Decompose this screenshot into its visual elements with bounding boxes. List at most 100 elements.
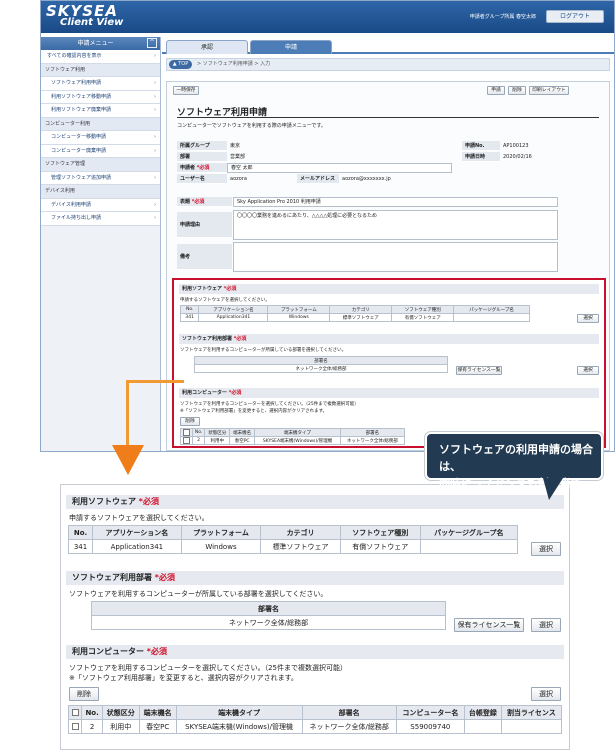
pc-col-4: 端末機タイプ <box>254 428 341 437</box>
sidebar-item-label: 管理ソフトウェア追加申請 <box>51 174 112 181</box>
row-checkbox[interactable] <box>182 437 190 444</box>
breadcrumb: ▲ TOP > ソフトウェア利用申請 > 入力 <box>166 58 610 71</box>
app-header: SKYSEA Client View 申請者グループ所属 春空太郎 ログアウト <box>41 1 614 33</box>
zsw-cell-1: Application341 <box>92 539 182 554</box>
connector-line <box>126 380 184 383</box>
zpc-col-1: No. <box>81 705 103 720</box>
memo-field[interactable] <box>233 242 558 272</box>
select-all-checkbox[interactable] <box>71 709 79 716</box>
zoomed-detail: 利用ソフトウェア *必須 申請するソフトウェアを選択してください。 No. アプリ… <box>60 484 570 750</box>
sidebar-items: すべての確認内容を表示 › ソフトウェア利用 ソフトウェア利用申請 › 利用ソフトウェア移… <box>41 50 160 226</box>
arrow-down-icon <box>112 445 144 475</box>
pc-col-2: 状態区分 <box>204 428 231 437</box>
tab-apply[interactable]: 申請 <box>250 40 332 54</box>
sidebar-item-label: 利用ソフトウェア移動申請 <box>51 93 112 100</box>
sidebar-item-6[interactable]: コンピューター移動申請 › <box>41 131 160 145</box>
reason-label: 申請理由 <box>177 212 232 238</box>
z-software-note: 申請するソフトウェアを選択してください。 <box>69 514 209 522</box>
zsw-cell-3: 標準ソフトウェア <box>260 539 341 554</box>
delete-button[interactable]: 削除 <box>508 86 526 95</box>
sidebar-item-label: ソフトウェア管理 <box>45 161 86 167</box>
mail-value: aozora@xxxxxxx.jp <box>342 176 391 182</box>
z-dept-select-button[interactable]: 選択 <box>531 618 561 632</box>
software-select-button[interactable]: 選択 <box>577 314 599 323</box>
title-rule <box>177 117 599 118</box>
dept-value: 営業部 <box>230 154 246 160</box>
license-list-button[interactable]: 保有ライセンス一覧 <box>456 366 502 375</box>
zpc-cell-7 <box>463 719 502 734</box>
logo: SKYSEA Client View <box>46 2 124 28</box>
subject-field[interactable]: Sky Application Pro 2010 利用申請 <box>233 197 558 207</box>
computer-delete-button[interactable]: 削除 <box>180 417 200 426</box>
temp-save-button[interactable]: 一時保存 <box>173 86 199 95</box>
sidebar-item-11[interactable]: デバイス利用申請 › <box>41 198 160 212</box>
callout-tail <box>543 478 563 500</box>
zpc-col-5: 部署名 <box>301 705 397 720</box>
tab-bar: 承認 申請 <box>162 37 614 54</box>
user-value: aozora <box>230 176 247 182</box>
zsw-col-1: アプリケーション名 <box>92 525 182 540</box>
pc-col-0 <box>180 428 193 437</box>
sidebar-item-1: ソフトウェア利用 <box>41 63 160 77</box>
no-label: 申請No. <box>462 141 500 151</box>
zpc-col-4: 端末機タイプ <box>175 705 303 720</box>
sw-cell-5 <box>453 313 530 322</box>
tab-approve[interactable]: 承認 <box>166 40 248 54</box>
reason-field[interactable]: 〇〇〇〇業務を進めるにあたり、△△△△処理に必要となるため <box>233 210 558 240</box>
sw-col-0: No. <box>179 305 200 314</box>
sidebar-item-12[interactable]: ファイル持ち出し申請 › <box>41 212 160 226</box>
sidebar-item-label: デバイス利用 <box>45 188 75 194</box>
select-all-checkbox[interactable] <box>182 429 190 436</box>
z-computer-delete-button[interactable]: 削除 <box>69 687 99 701</box>
z-license-list-button[interactable]: 保有ライセンス一覧 <box>454 618 524 632</box>
sidebar: 申請メニュー ^ すべての確認内容を表示 › ソフトウェア利用 ソフトウェア利用申請 › 利… <box>41 37 161 451</box>
applicant-field[interactable]: 春空 太郎 <box>227 163 452 173</box>
chevron-right-icon: › <box>154 215 156 221</box>
apply-button[interactable]: 申請 <box>487 86 505 95</box>
pc-cell-2: 利用中 <box>204 436 231 445</box>
print-layout-button[interactable]: 印刷レイアウト <box>529 86 569 95</box>
logout-button[interactable]: ログアウト <box>546 10 604 23</box>
sidebar-item-0[interactable]: すべての確認内容を表示 › <box>41 50 160 64</box>
sidebar-item-label: すべての確認内容を表示 <box>47 53 102 59</box>
main-area: 承認 申請 ▲ TOP > ソフトウェア利用申請 > 入力 一時保存 申請 削除 … <box>162 37 614 451</box>
zpc-col-6: コンピューター名 <box>395 705 465 720</box>
zpc-cell-2: 利用中 <box>101 719 140 734</box>
zpc-cell-1: 2 <box>81 719 103 734</box>
memo-label: 備考 <box>177 244 232 270</box>
z-computer-table: No. 状態区分 端末機名 端末機タイプ 部署名 コンピューター名 台帳登録 割当ライセンス 2… <box>67 705 563 734</box>
z-software-select-button[interactable]: 選択 <box>531 542 561 556</box>
zpc-col-3: 端末機名 <box>138 705 177 720</box>
sw-col-5: パッケージグループ名 <box>453 305 530 314</box>
z-dept-title: ソフトウェア利用部署 *必須 <box>66 571 564 585</box>
sidebar-item-4[interactable]: 利用ソフトウェア廃棄申請 › <box>41 104 160 118</box>
sidebar-item-9[interactable]: 管理ソフトウェア追加申請 › <box>41 171 160 185</box>
chevron-right-icon: › <box>154 80 156 86</box>
pc-cell-3: 春空PC <box>229 436 256 445</box>
sidebar-item-label: ファイル持ち出し申請 <box>51 215 102 221</box>
chevron-right-icon: › <box>154 134 156 140</box>
breadcrumb-top-link[interactable]: ▲ TOP <box>169 60 192 69</box>
sw-cell-4: 有償ソフトウェア <box>391 313 455 322</box>
pc-cell-0 <box>180 436 193 445</box>
zpc-cell-6: S59009740 <box>395 719 465 734</box>
z-computer-select-button[interactable]: 選択 <box>531 687 561 701</box>
dept-select-button[interactable]: 選択 <box>577 366 599 375</box>
chevron-right-icon: › <box>154 174 156 181</box>
sidebar-item-3[interactable]: 利用ソフトウェア移動申請 › <box>41 90 160 104</box>
sidebar-item-2[interactable]: ソフトウェア利用申請 › <box>41 77 160 91</box>
sw-col-1: アプリケーション名 <box>198 305 269 314</box>
group-label: 所属グループ <box>177 141 227 151</box>
z-software-table: No. アプリケーション名 プラットフォーム カテゴリ ソフトウェア種別 パッケージグルー… <box>67 525 519 554</box>
z-computer-title: 利用コンピューター *必須 <box>66 645 564 659</box>
collapse-icon[interactable]: ^ <box>147 38 157 48</box>
zsw-col-3: カテゴリ <box>260 525 341 540</box>
chevron-right-icon: › <box>154 201 156 208</box>
sidebar-item-7[interactable]: コンピューター廃棄申請 › <box>41 144 160 158</box>
sw-cell-0: 341 <box>179 313 200 322</box>
row-checkbox[interactable] <box>71 723 79 730</box>
zpc-col-2: 状態区分 <box>101 705 140 720</box>
zsw-col-4: ソフトウェア種別 <box>339 525 421 540</box>
applicant-label: 申請者 *必須 <box>177 163 227 173</box>
dept-section-title: ソフトウェア利用部署 *必須 <box>179 334 599 344</box>
